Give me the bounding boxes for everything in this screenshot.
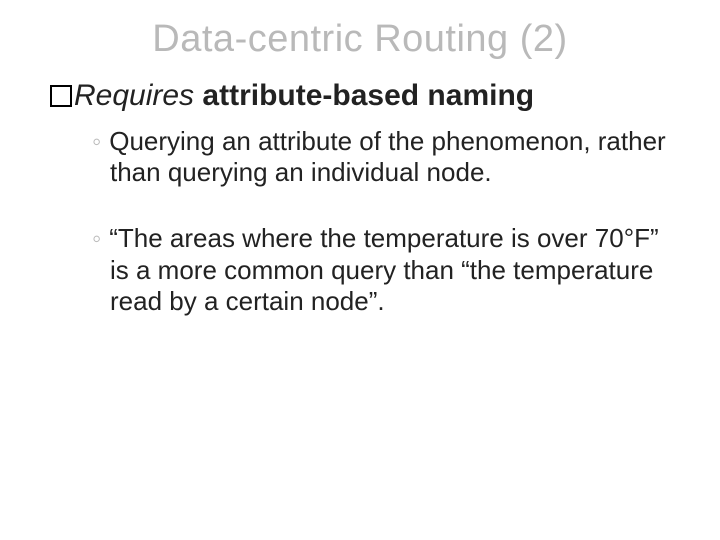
lead-requires: Requires [74,79,194,112]
lead-attribute-based: attribute-based naming [202,79,534,112]
sub-bullet-1: ◦ Querying an attribute of the phenomenon… [92,126,680,189]
ring-bullet-icon: ◦ [92,223,101,253]
sub-text-2: “The areas where the temperature is over… [109,223,658,316]
slide-title: Data-centric Routing (2) [40,18,680,61]
sub-bullet-2: ◦ “The areas where the temperature is ove… [92,223,680,318]
sub-text-1: Querying an attribute of the phenomenon,… [109,126,665,188]
lead-line: Requires attribute-based naming [40,79,680,114]
ring-bullet-icon: ◦ [92,126,101,156]
checkbox-icon [50,85,72,107]
slide: Data-centric Routing (2) Requires attrib… [0,0,720,540]
